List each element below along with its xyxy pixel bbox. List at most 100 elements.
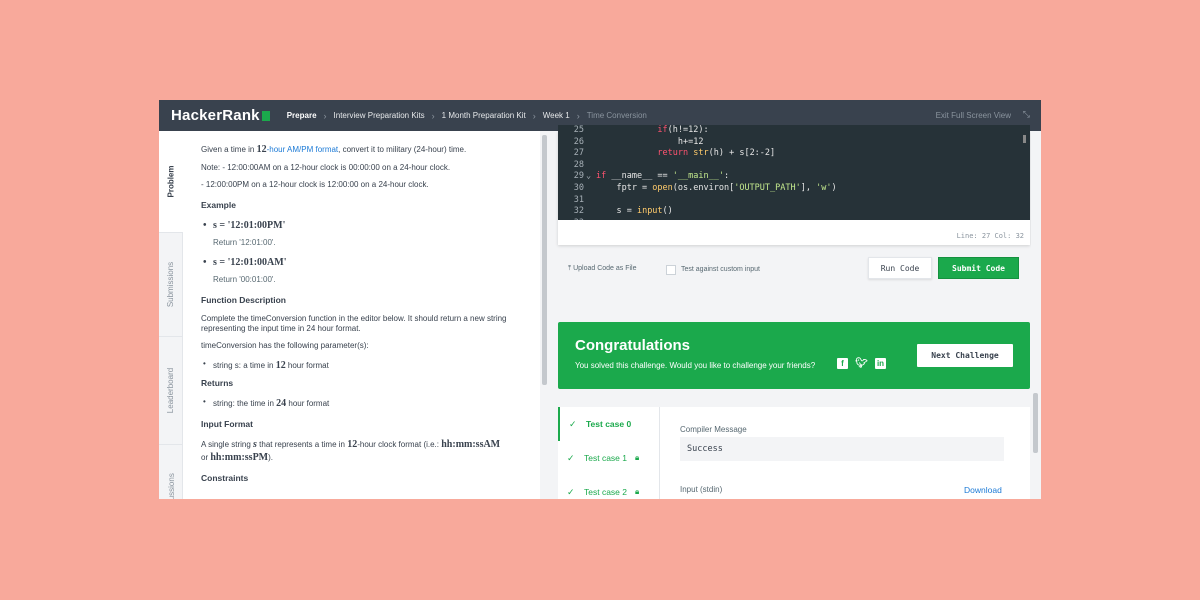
- upload-icon: ⤒: [568, 265, 572, 272]
- breadcrumb-interview-kits[interactable]: Interview Preparation Kits: [331, 111, 428, 120]
- code-editor[interactable]: 25 if(h!=12): 26 h+=12 27 return str(h) + …: [558, 125, 1030, 245]
- line-number: 26: [573, 136, 584, 147]
- test-case-0[interactable]: ✓ Test case 0: [558, 407, 660, 441]
- line-number: 30: [573, 182, 584, 193]
- function-description-heading: Function Description: [201, 294, 286, 305]
- tab-leaderboard[interactable]: Leaderboard: [159, 337, 183, 445]
- lock-icon: 🔒︎: [635, 453, 640, 462]
- side-tabs: Problem Submissions Leaderboard Discussi…: [159, 131, 183, 499]
- logo-square-icon: [261, 110, 270, 121]
- code-line[interactable]: 32 s = input(): [558, 206, 1030, 218]
- breadcrumb-month-kit[interactable]: 1 Month Preparation Kit: [439, 111, 529, 120]
- editor-actions: ⤒ Upload Code as File Test against custo…: [550, 255, 1041, 285]
- function-description: Complete the timeConversion function in …: [201, 313, 507, 334]
- line-number: 25: [573, 125, 584, 135]
- submit-code-button[interactable]: Submit Code: [938, 257, 1019, 279]
- params-intro: timeConversion has the following paramet…: [201, 341, 369, 351]
- line-number: 33: [558, 218, 586, 220]
- example-heading: Example: [201, 199, 236, 210]
- example-2: s = '12:01:00AM': [201, 256, 540, 269]
- hour-format-link[interactable]: -hour AM/PM format: [267, 145, 339, 154]
- code-line[interactable]: 28: [558, 160, 1030, 172]
- custom-input-checkbox[interactable]: [666, 265, 676, 275]
- constraints-heading: Constraints: [201, 472, 249, 483]
- code-text: if __name__ == '__main__':: [596, 171, 730, 182]
- check-circle-icon: ✓: [569, 418, 577, 429]
- chevron-right-icon: ›: [431, 110, 435, 121]
- check-circle-icon: ✓: [567, 486, 575, 497]
- upload-code-link[interactable]: ⤒ Upload Code as File: [568, 265, 637, 273]
- download-link[interactable]: Download: [964, 485, 1002, 495]
- param-1: string s: a time in 12 hour format: [201, 359, 540, 372]
- line-number: 32: [573, 206, 584, 217]
- breadcrumb-prepare[interactable]: Prepare: [284, 111, 320, 120]
- breadcrumb-week-1[interactable]: Week 1: [540, 111, 573, 120]
- problem-scrollbar[interactable]: [540, 131, 550, 499]
- scrollbar-thumb[interactable]: [1033, 393, 1038, 453]
- example-1: s = '12:01:00PM': [201, 219, 540, 232]
- code-text: h+=12: [596, 136, 704, 147]
- code-panel: 25 if(h!=12): 26 h+=12 27 return str(h) + …: [550, 125, 1041, 499]
- scrollbar-thumb[interactable]: [542, 135, 547, 385]
- congrats-title: Congratulations: [575, 337, 690, 354]
- run-code-button[interactable]: Run Code: [868, 257, 932, 279]
- tab-problem[interactable]: Problem: [159, 131, 183, 233]
- fold-gutter: [586, 206, 596, 218]
- fold-gutter: [586, 195, 596, 207]
- breadcrumb: Prepare › Interview Preparation Kits › 1…: [284, 111, 650, 121]
- code-text: return str(h) + s[2:-2]: [657, 148, 776, 159]
- twitter-icon[interactable]: 🐦︎: [855, 358, 868, 369]
- return-2: Return '00:01:00'.: [213, 275, 276, 285]
- fold-gutter: [586, 137, 596, 149]
- input-format-text: A single string s that represents a time…: [201, 438, 501, 463]
- hackerrank-logo[interactable]: HackerRank: [171, 107, 270, 124]
- fold-gutter: [586, 160, 596, 172]
- compiler-message-value: Success: [680, 437, 1004, 461]
- line-number: 28: [573, 159, 584, 170]
- intro-text: Given a time in 12-hour AM/PM format, co…: [201, 144, 467, 155]
- test-results: ✓ Test case 0 ✓ Test case 1 🔒︎ ✓ Test case 2…: [558, 407, 1030, 499]
- cursor-status: Line: 27 Col: 32: [956, 232, 1024, 240]
- code-line[interactable]: 27 return str(h) + s[2:-2]: [558, 148, 1030, 160]
- breadcrumb-current: Time Conversion: [586, 111, 647, 120]
- chevron-right-icon: ›: [532, 110, 536, 121]
- code-line[interactable]: 26 h+=12: [558, 137, 1030, 149]
- collapse-icon[interactable]: ⤡: [1023, 109, 1030, 120]
- returns-item: string: the time in 24 hour format: [201, 397, 540, 410]
- test-case-1[interactable]: ✓ Test case 1 🔒︎: [558, 441, 660, 475]
- check-circle-icon: ✓: [567, 452, 575, 463]
- test-case-list: ✓ Test case 0 ✓ Test case 1 🔒︎ ✓ Test case 2…: [558, 407, 660, 499]
- code-line[interactable]: 29 ⌄ if __name__ == '__main__':: [558, 171, 1030, 183]
- congrats-message: You solved this challenge. Would you lik…: [575, 361, 816, 370]
- line-number: 31: [573, 194, 584, 205]
- fold-arrow-icon[interactable]: ⌄: [586, 171, 596, 183]
- fold-gutter: [586, 218, 596, 220]
- code-line[interactable]: 31: [558, 195, 1030, 207]
- input-format-heading: Input Format: [201, 418, 253, 429]
- input-stdin-label: Input (stdin): [680, 485, 723, 494]
- problem-statement: Given a time in 12-hour AM/PM format, co…: [183, 131, 540, 499]
- tab-submissions[interactable]: Submissions: [159, 233, 183, 337]
- code-line[interactable]: 33: [558, 218, 1030, 220]
- custom-input-label[interactable]: Test against custom input: [681, 266, 760, 273]
- fold-gutter: [586, 125, 596, 137]
- chevron-right-icon: ›: [323, 110, 327, 121]
- fold-gutter: [586, 148, 596, 160]
- lock-icon: 🔒︎: [635, 487, 640, 496]
- code-text: s = input(): [596, 206, 673, 217]
- tab-discussions[interactable]: Discussions: [159, 445, 183, 499]
- exit-full-screen-link[interactable]: Exit Full Screen View: [936, 111, 1011, 120]
- test-case-2[interactable]: ✓ Test case 2 🔒︎: [558, 475, 660, 499]
- code-line[interactable]: 30 fptr = open(os.environ['OUTPUT_PATH']…: [558, 183, 1030, 195]
- code-line[interactable]: 25 if(h!=12):: [558, 125, 1030, 137]
- editor-scrollbar[interactable]: [1023, 135, 1026, 143]
- linkedin-icon[interactable]: in: [875, 358, 886, 369]
- code-area[interactable]: 25 if(h!=12): 26 h+=12 27 return str(h) + …: [558, 125, 1030, 220]
- code-text: fptr = open(os.environ['OUTPUT_PATH'], '…: [596, 182, 837, 193]
- next-challenge-button[interactable]: Next Challenge: [917, 344, 1013, 367]
- note-1: Note: - 12:00:00AM on a 12-hour clock is…: [201, 163, 451, 172]
- note-2: - 12:00:00PM on a 12-hour clock is 12:00…: [201, 180, 429, 190]
- right-scrollbar[interactable]: [1031, 131, 1041, 499]
- facebook-icon[interactable]: f: [837, 358, 848, 369]
- return-1: Return '12:01:00'.: [213, 237, 276, 247]
